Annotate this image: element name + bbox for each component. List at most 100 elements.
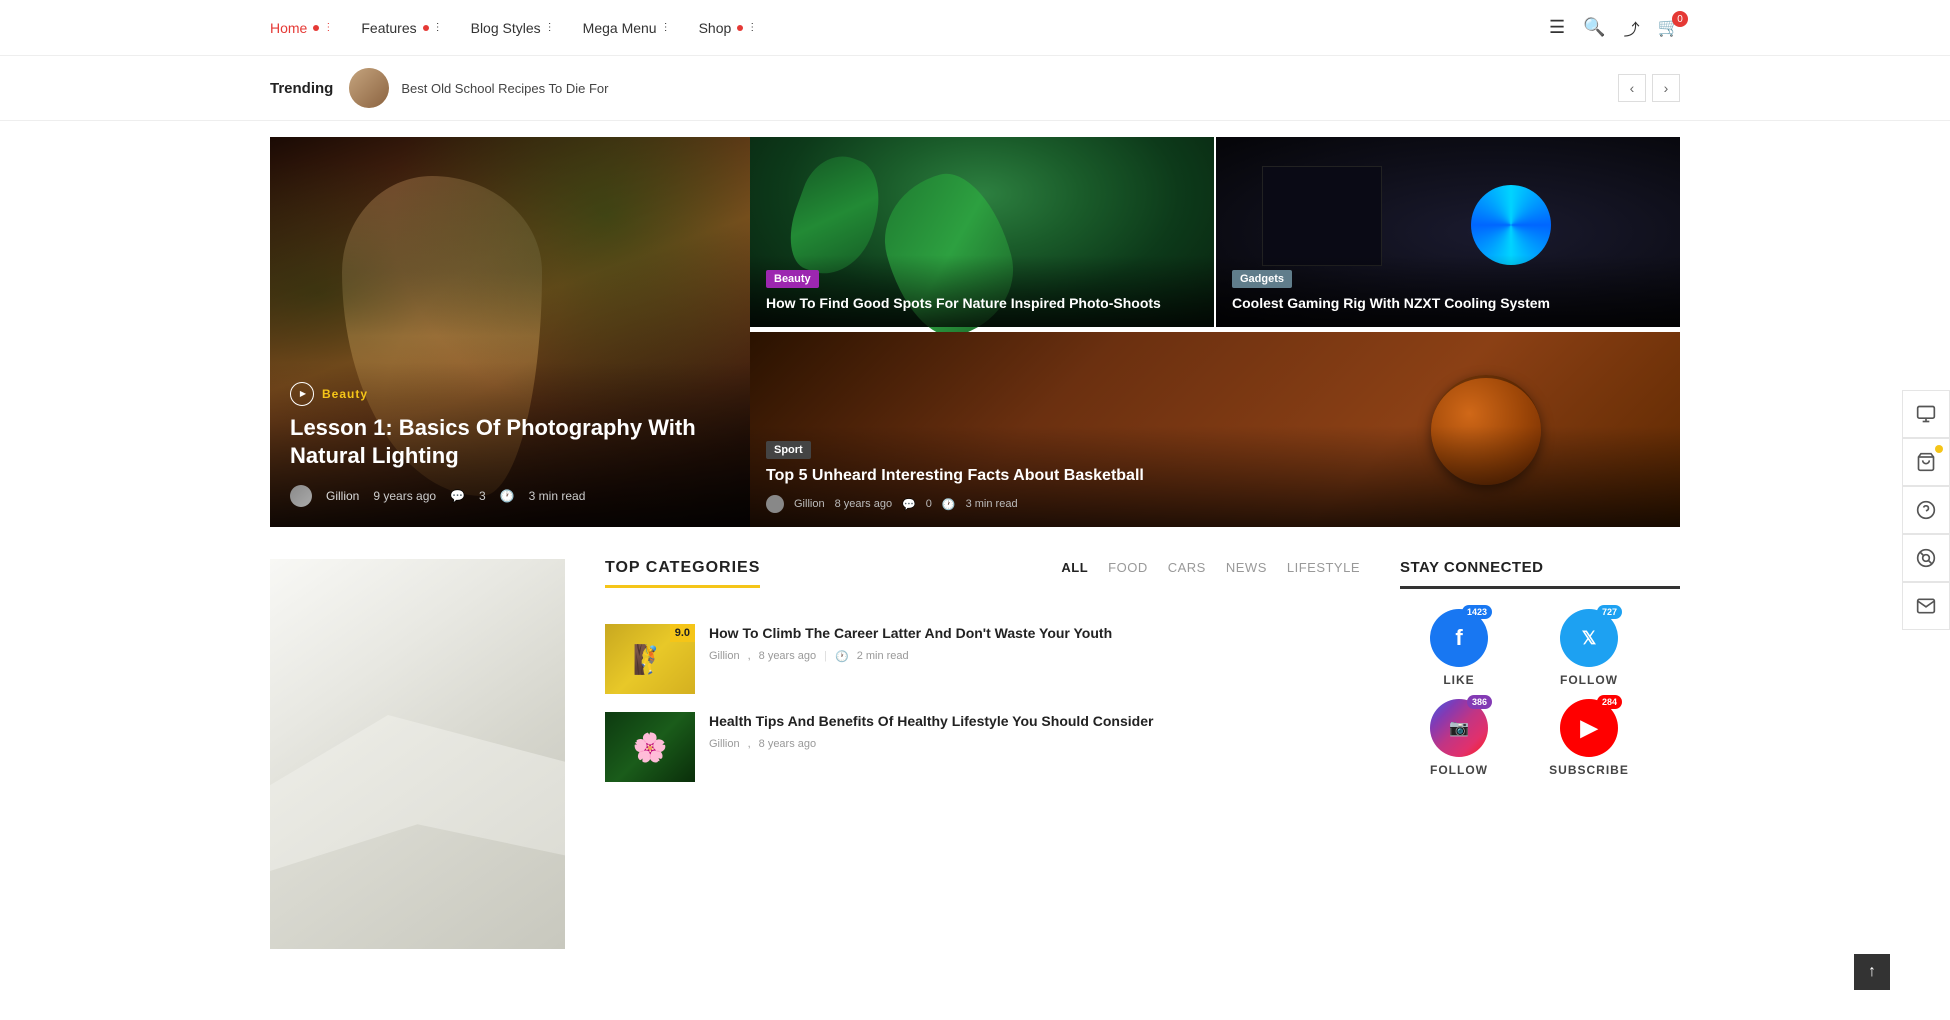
article-thumb-1[interactable]: 🧗 9.0 [605, 624, 695, 694]
youtube-count: 284 [1597, 695, 1622, 709]
scroll-top-button[interactable]: ↑ [1854, 954, 1890, 990]
hero-play-button[interactable] [290, 382, 314, 406]
categories-title: TOP CATEGORIES [605, 559, 760, 588]
article-comma-1: , [748, 650, 751, 662]
nav-blog-label: Blog Styles [471, 20, 541, 36]
categories-header: TOP CATEGORIES ALL FOOD CARS NEWS LIFEST… [605, 559, 1360, 608]
hero-card-gadgets[interactable]: Gadgets Coolest Gaming Rig With NZXT Coo… [1216, 137, 1680, 332]
nav-item-home[interactable]: Home ⋮ [270, 20, 333, 36]
nav-home-label: Home [270, 20, 307, 36]
nav-item-blog-styles[interactable]: Blog Styles ⋮ [471, 20, 555, 36]
hero-title: Lesson 1: Basics Of Photography With Nat… [290, 414, 730, 471]
youtube-button[interactable]: ▶ 284 SUBSCRIBE [1530, 699, 1648, 777]
twitter-button[interactable]: 𝕏 727 FOLLOW [1530, 609, 1648, 687]
article-info-2: Health Tips And Benefits Of Healthy Life… [709, 712, 1360, 750]
facebook-circle: f 1423 [1430, 609, 1488, 667]
article-score-1: 9.0 [670, 624, 695, 642]
facebook-action: LIKE [1443, 673, 1474, 687]
sidebar-monitor-button[interactable] [1902, 390, 1950, 438]
hero-card-nature-overlay: Beauty How To Find Good Spots For Nature… [750, 255, 1214, 327]
nav-features-chevron: ⋮ [433, 22, 443, 33]
sidebar-shop-button[interactable] [1902, 438, 1950, 486]
article-meta-1: Gillion , 8 years ago | 🕐 2 min read [709, 650, 1360, 663]
sport-read-time: 3 min read [966, 498, 1018, 510]
sidebar-support-button[interactable] [1902, 534, 1950, 582]
hero-card-nature-image: Beauty How To Find Good Spots For Nature… [750, 137, 1214, 327]
nav-home-chevron: ⋮ [323, 22, 333, 33]
card-sport-meta: Gillion 8 years ago 💬 0 🕐 3 min read [766, 495, 1664, 513]
hero-main-card[interactable]: Beauty Lesson 1: Basics Of Photography W… [270, 137, 750, 527]
hero-comments: 3 [479, 489, 486, 503]
instagram-icon: 📷 [1449, 718, 1469, 738]
filter-cars[interactable]: CARS [1168, 560, 1206, 575]
search-icon[interactable]: 🔍 [1583, 17, 1605, 38]
categories-filter: ALL FOOD CARS NEWS LIFESTYLE [1061, 560, 1360, 575]
nav-item-shop[interactable]: Shop ⋮ [699, 20, 758, 36]
help-icon [1916, 500, 1936, 520]
article-title-1[interactable]: How To Climb The Career Latter And Don't… [709, 624, 1360, 644]
filter-all[interactable]: ALL [1061, 560, 1088, 575]
trending-text: Best Old School Recipes To Die For [401, 81, 1618, 96]
hero-comments-icon: 💬 [450, 489, 465, 503]
nav-item-mega-menu[interactable]: Mega Menu ⋮ [583, 20, 671, 36]
hero-card-nature[interactable]: Beauty How To Find Good Spots For Nature… [750, 137, 1216, 332]
right-sidebar [1902, 390, 1950, 630]
filter-food[interactable]: FOOD [1108, 560, 1148, 575]
nav-features-dot [423, 25, 429, 31]
card-gadgets-title: Coolest Gaming Rig With NZXT Cooling Sys… [1232, 294, 1664, 313]
nav-blog-chevron: ⋮ [545, 22, 555, 33]
categories-section: TOP CATEGORIES ALL FOOD CARS NEWS LIFEST… [0, 527, 1950, 949]
stair-lines [270, 559, 565, 949]
filter-news[interactable]: NEWS [1226, 560, 1267, 575]
hero-time: 9 years ago [373, 489, 436, 503]
article-author-2: Gillion [709, 738, 740, 750]
stay-connected-title: STAY CONNECTED [1400, 559, 1680, 589]
article-thumb-2[interactable]: 🌸 [605, 712, 695, 782]
trending-prev-button[interactable]: ‹ [1618, 74, 1646, 102]
article-title-2[interactable]: Health Tips And Benefits Of Healthy Life… [709, 712, 1360, 732]
article-item-1: 🧗 9.0 How To Climb The Career Latter And… [605, 624, 1360, 694]
nav-item-features[interactable]: Features ⋮ [361, 20, 442, 36]
nav-links: Home ⋮ Features ⋮ Blog Styles ⋮ Mega Men… [270, 20, 1549, 36]
monitor-icon [1916, 404, 1936, 424]
article-readtime-1: 2 min read [857, 650, 909, 662]
cart-icon[interactable]: 🛒 0 [1658, 17, 1680, 38]
nav-shop-label: Shop [699, 20, 732, 36]
hero-card-sport[interactable]: Sport Top 5 Unheard Interesting Facts Ab… [750, 332, 1680, 527]
sidebar-help-button[interactable] [1902, 486, 1950, 534]
menu-icon[interactable]: ☰ [1549, 17, 1565, 38]
shop-notification-badge [1935, 445, 1943, 453]
hero-main-overlay: Beauty Lesson 1: Basics Of Photography W… [270, 362, 750, 527]
filter-lifestyle[interactable]: LIFESTYLE [1287, 560, 1360, 575]
article-item-2: 🌸 Health Tips And Benefits Of Healthy Li… [605, 712, 1360, 782]
article-time-2: 8 years ago [759, 738, 816, 750]
twitter-circle: 𝕏 727 [1560, 609, 1618, 667]
hero-top-row: Beauty How To Find Good Spots For Nature… [750, 137, 1680, 332]
twitter-icon: 𝕏 [1582, 628, 1597, 649]
facebook-button[interactable]: f 1423 LIKE [1400, 609, 1518, 687]
categories-main: TOP CATEGORIES ALL FOOD CARS NEWS LIFEST… [605, 559, 1360, 949]
share-icon[interactable]: ⤴ [1624, 16, 1640, 40]
sidebar-mail-button[interactable] [1902, 582, 1950, 630]
nav-features-label: Features [361, 20, 416, 36]
large-feature-card[interactable] [270, 559, 565, 949]
hero-meta: Gillion 9 years ago 💬 3 🕐 3 min read [290, 485, 730, 507]
instagram-button[interactable]: 📷 386 FOLLOW [1400, 699, 1518, 777]
article-info-1: How To Climb The Career Latter And Don't… [709, 624, 1360, 663]
hero-author-avatar [290, 485, 312, 507]
sport-time: 8 years ago [835, 498, 892, 510]
article-list: 🧗 9.0 How To Climb The Career Latter And… [605, 624, 1360, 782]
article-meta-2: Gillion , 8 years ago [709, 738, 1360, 750]
stair-bg-image [270, 559, 565, 949]
instagram-action: FOLLOW [1430, 763, 1488, 777]
article-clock-1: 🕐 [835, 650, 849, 663]
hero-side-cards: Beauty How To Find Good Spots For Nature… [750, 137, 1680, 527]
article-time-1: 8 years ago [759, 650, 816, 662]
nav-mega-label: Mega Menu [583, 20, 657, 36]
sport-comments: 0 [926, 498, 932, 510]
social-grid: f 1423 LIKE 𝕏 727 FOLLOW 📷 386 FOLLOW [1400, 609, 1680, 777]
support-icon [1916, 548, 1936, 568]
hero-read-time: 3 min read [529, 489, 586, 503]
hero-card-sport-overlay: Sport Top 5 Unheard Interesting Facts Ab… [750, 426, 1680, 527]
trending-next-button[interactable]: › [1652, 74, 1680, 102]
